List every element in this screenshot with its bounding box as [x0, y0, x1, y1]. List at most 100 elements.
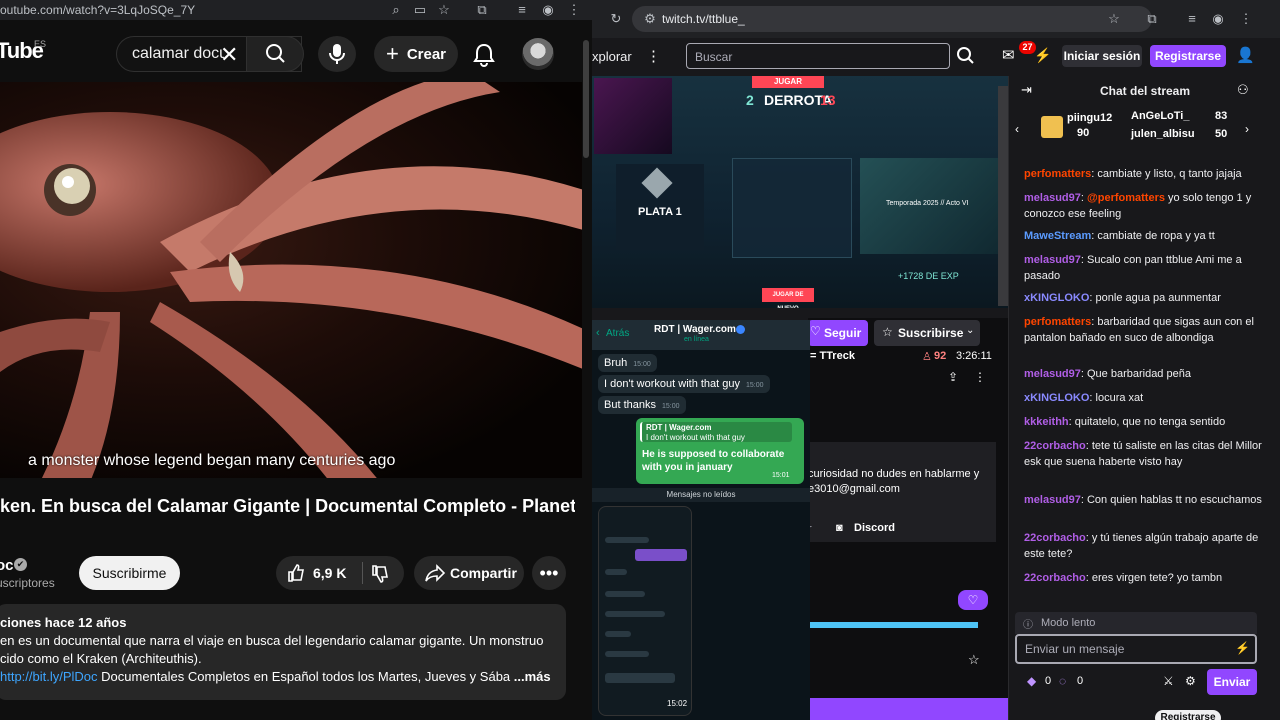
points-icon[interactable]: ◌ [1059, 674, 1066, 688]
heart-button[interactable]: ♡ [958, 590, 988, 610]
bottom-signup-button[interactable]: Registrarse [1155, 710, 1221, 720]
chat-username[interactable]: 22corbacho [1024, 532, 1086, 544]
chat-text: : Que barbaridad peña [1080, 368, 1191, 380]
kebab-menu-icon[interactable]: ⋮ [566, 2, 582, 18]
notifications-bell-icon[interactable] [470, 40, 498, 68]
chevron-left-icon[interactable]: ‹ [1015, 122, 1019, 136]
community-icon[interactable]: ⚇ [1237, 82, 1249, 98]
chat-username[interactable]: xKINGLOKO [1024, 392, 1089, 404]
profile-icon[interactable]: ◉ [1210, 11, 1226, 27]
message-time: 15:00 [633, 361, 651, 368]
share-button[interactable]: Compartir [414, 556, 524, 590]
chat-message: xKINGLOKO: locura xat [1024, 390, 1264, 406]
viewer-icon: ♙ [922, 351, 932, 363]
media-icon[interactable]: ≡ [1184, 11, 1200, 27]
cast-icon[interactable]: ▭ [412, 2, 428, 18]
verified-icon [736, 325, 745, 334]
like-icon[interactable] [286, 563, 306, 583]
voice-search-button[interactable] [318, 36, 356, 72]
outgoing-message: RDT | Wager.com I don't workout with tha… [636, 418, 804, 484]
chat-username[interactable]: 22corbacho [1024, 440, 1086, 452]
stream-category[interactable]: = TTreck [810, 350, 855, 362]
search-value[interactable]: calamar docu [132, 45, 224, 63]
chat-username[interactable]: melasud97 [1024, 254, 1081, 266]
extensions-icon[interactable]: ⧉ [1144, 11, 1160, 27]
profile-icon[interactable]: ◉ [540, 2, 556, 18]
description-link[interactable]: http://bit.ly/PlDoc [0, 669, 98, 684]
more-options-icon[interactable]: ⋮ [974, 370, 986, 384]
emote-icon[interactable]: ⚡ [1235, 641, 1250, 655]
chat-username[interactable]: melasud97 [1024, 368, 1081, 380]
inbox-icon[interactable]: ✉ [1002, 46, 1015, 64]
mod-tools-icon[interactable]: ⚔ [1163, 674, 1174, 688]
gifter-name: AnGeLoTi_ [1131, 110, 1190, 122]
chat-username[interactable]: 22corbacho [1024, 572, 1086, 584]
login-button[interactable]: Iniciar sesión [1062, 45, 1142, 67]
extensions-icon[interactable]: ⧉ [474, 2, 490, 18]
address-bar[interactable]: outube.com/watch?v=3LqJoSQe_7Y ⌕ ▭ ☆ ⧉ ≡… [0, 0, 592, 20]
message-line [605, 569, 627, 575]
back-label[interactable]: Atrás [606, 328, 629, 339]
send-button[interactable]: Enviar [1207, 669, 1257, 695]
chat-text: : cambiate de ropa y ya tt [1091, 230, 1215, 242]
subscribe-button[interactable]: Suscribirme [79, 556, 180, 590]
discord-link[interactable]: Discord [854, 522, 895, 534]
search-button[interactable] [246, 36, 304, 72]
kebab-menu-icon[interactable]: ⋮ [1238, 11, 1254, 27]
show-more-link[interactable]: ...más [510, 669, 551, 684]
url-text[interactable]: outube.com/watch?v=3LqJoSQe_7Y [0, 3, 195, 17]
star-icon[interactable]: ☆ [1106, 11, 1122, 27]
chat-username[interactable]: kkkeithh [1024, 416, 1069, 428]
reload-icon[interactable]: ↻ [608, 11, 624, 27]
slow-mode-banner: ⓘ Modo lento [1015, 612, 1257, 634]
more-menu-icon[interactable]: ⋮ [646, 47, 661, 65]
url-text[interactable]: twitch.tv/ttblue_ [662, 12, 745, 26]
star-icon[interactable]: ☆ [968, 652, 980, 668]
chat-mention[interactable]: @perfomatters [1087, 192, 1165, 204]
score-left: 2 [746, 92, 754, 108]
chat-text: : cambiate y listo, q tanto jajaja [1091, 168, 1242, 180]
explore-link[interactable]: xplorar [592, 49, 632, 64]
rank-label: PLATA 1 [638, 206, 682, 218]
chat-message-input[interactable]: Enviar un mensaje ⚡ [1015, 634, 1257, 664]
create-button[interactable]: + Crear [374, 36, 458, 72]
chat-username[interactable]: perfomatters [1024, 168, 1091, 180]
channel-name[interactable]: oc [0, 557, 14, 574]
signup-button[interactable]: Registrarse [1150, 45, 1226, 67]
chat-username[interactable]: xKINGLOKO [1024, 292, 1089, 304]
video-description[interactable]: ciones hace 12 años en es un documental … [0, 604, 566, 700]
chat-username[interactable]: melasud97 [1024, 494, 1081, 506]
video-player[interactable] [0, 82, 582, 478]
search-icon[interactable] [956, 46, 976, 66]
contact-name[interactable]: RDT | Wager.com [654, 324, 736, 335]
chat-text: : locura xat [1089, 392, 1144, 404]
bits-icon[interactable]: ◆ [1027, 674, 1036, 688]
user-icon[interactable]: 👤 [1236, 46, 1255, 64]
share-icon[interactable]: ⇪ [948, 370, 958, 384]
chat-username[interactable]: melasud97 [1024, 192, 1081, 204]
page-scrollbar[interactable] [583, 40, 589, 158]
share-label: Compartir [450, 565, 517, 581]
chat-username[interactable]: perfomatters [1024, 316, 1091, 328]
settings-gear-icon[interactable]: ⚙ [1185, 674, 1196, 688]
dislike-icon[interactable] [370, 564, 390, 584]
back-icon[interactable]: ‹ [596, 327, 600, 339]
more-actions-button[interactable]: ••• [532, 556, 566, 590]
unread-divider: Mensajes no leídos [592, 488, 810, 502]
stream-player[interactable]: JUGAR 2 DERROTA 13 PLATA 1 Temporada 202… [592, 76, 1008, 308]
squid-video-frame [0, 82, 582, 478]
site-info-icon[interactable]: ⚙ [642, 11, 658, 27]
match-tab: JUGAR [752, 76, 824, 88]
turbo-icon[interactable]: ⚡ [1034, 47, 1051, 64]
star-icon[interactable]: ☆ [436, 2, 452, 18]
media-icon[interactable]: ≡ [514, 2, 530, 18]
like-count[interactable]: 6,9 K [313, 565, 346, 581]
clear-search-icon[interactable]: ✕ [220, 42, 238, 68]
zoom-icon[interactable]: ⌕ [388, 2, 404, 18]
chat-message: kkkeithh: quitatelo, que no tenga sentid… [1024, 414, 1264, 430]
chat-username[interactable]: MaweStream [1024, 230, 1091, 242]
account-avatar[interactable] [522, 38, 554, 70]
incoming-message: Bruh 15:00 [598, 354, 657, 372]
chevron-right-icon[interactable]: › [1245, 122, 1249, 136]
search-input[interactable]: Buscar [686, 43, 950, 69]
